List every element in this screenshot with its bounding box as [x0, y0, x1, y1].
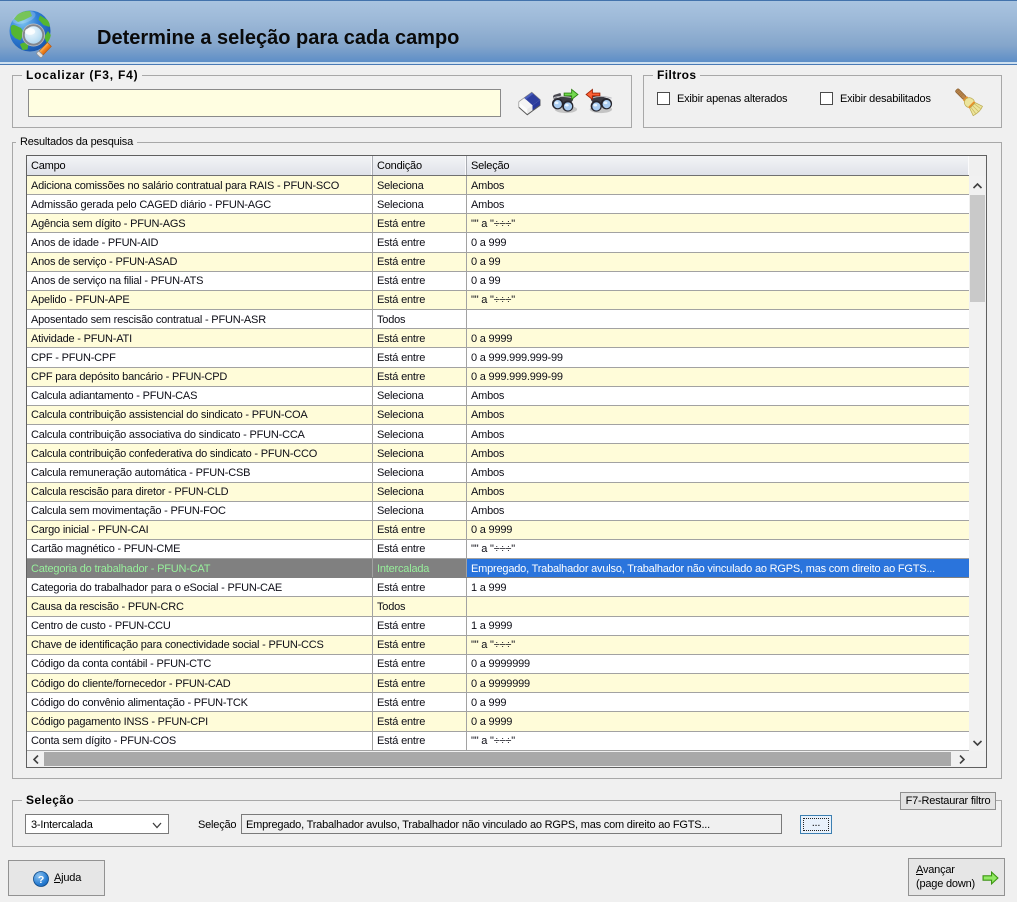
svg-text:?: ? [38, 874, 44, 886]
